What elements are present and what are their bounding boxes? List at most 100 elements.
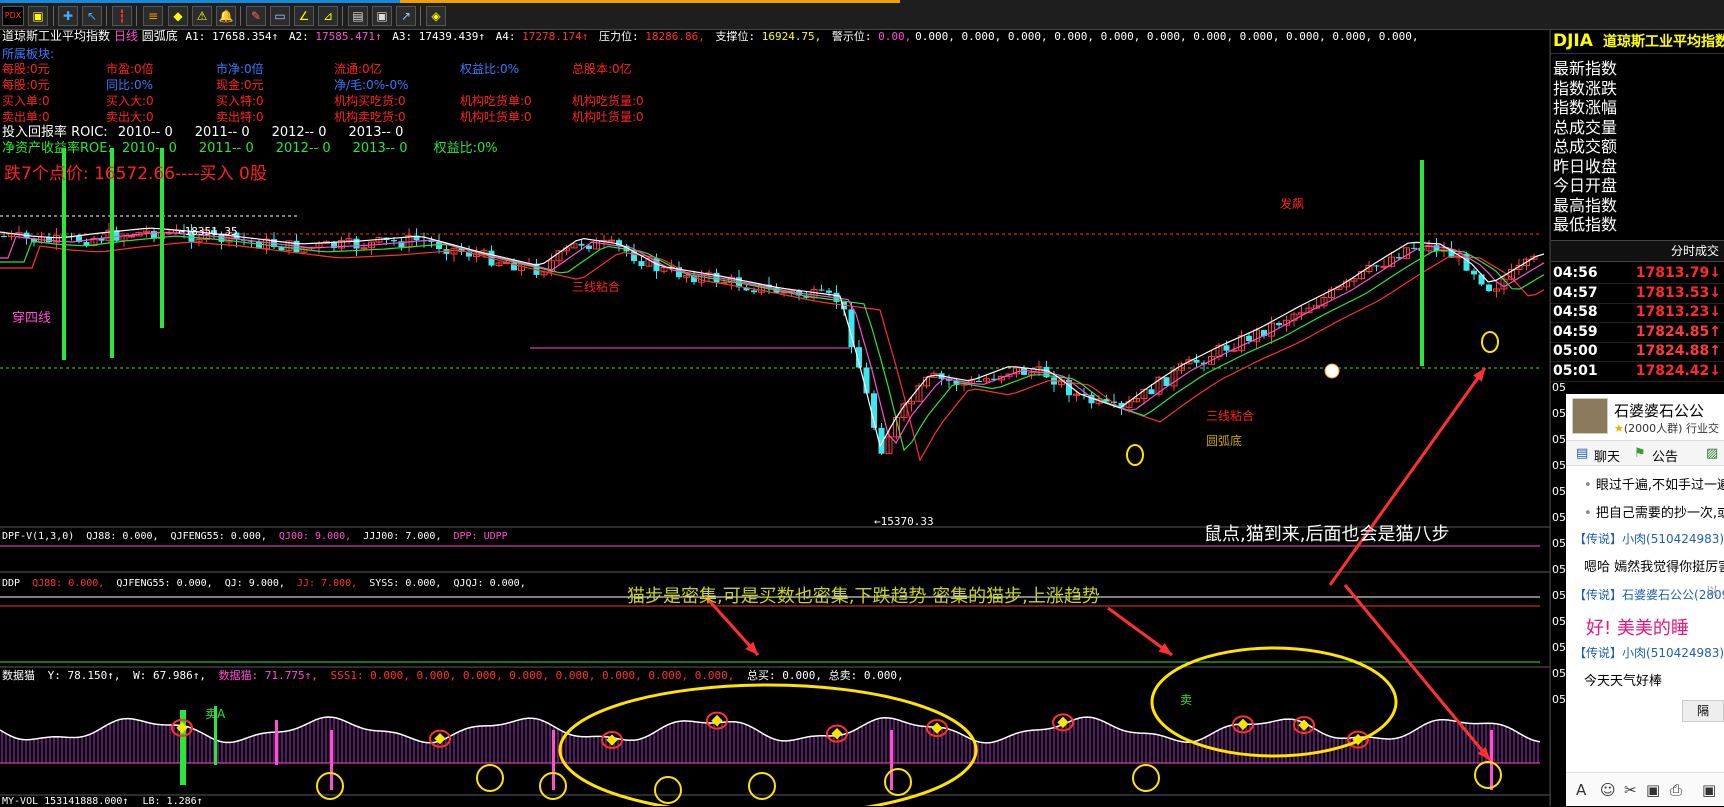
- candle-body: [818, 289, 825, 291]
- hide-button[interactable]: 隔: [1682, 700, 1724, 722]
- quote-name: 道琼斯工业平均指数: [1603, 34, 1724, 50]
- trade-time: 05:01: [1553, 363, 1598, 379]
- chat-bullet: •: [1584, 478, 1596, 493]
- osc-diamond: [831, 727, 843, 740]
- chat-text: 嗯哈 嫣然我觉得你挺厉害: [1584, 560, 1724, 575]
- buy-line: 跌7个点价: 16572.66----买入 0股: [4, 164, 267, 184]
- menu-icon[interactable]: ▣: [28, 6, 48, 26]
- pic-icon[interactable]: ▣: [1646, 781, 1660, 799]
- dpfv-item-3: JJJ00: 7.000,: [357, 531, 442, 542]
- trade-row: 04:58 17813.23↓: [1551, 302, 1724, 324]
- candle-body: [360, 247, 368, 250]
- annotation-mouse: 鼠点,猫到来,后面也会是猫八步: [1204, 524, 1450, 545]
- image-icon[interactable]: ▨: [1706, 446, 1718, 461]
- period-label[interactable]: 日线: [114, 29, 138, 43]
- trade-price: 17813.23↓: [1635, 304, 1721, 321]
- ddp-item-1: QJFENG55: 0.000,: [110, 578, 213, 589]
- chat-tag: 【传说】: [1574, 532, 1623, 546]
- emoji-icon[interactable]: ☺: [1600, 781, 1616, 799]
- roic-year-0: 2010-- 0: [117, 125, 173, 140]
- osc-diamond: [606, 734, 618, 746]
- tab-chat[interactable]: 聊天: [1594, 446, 1620, 465]
- edge-num: 05: [1552, 459, 1566, 472]
- chart-icon[interactable]: ↗: [396, 6, 416, 26]
- info-fund-5: 总股本:0亿: [572, 62, 632, 76]
- chat-text: 眼过千遍,不如手过一遍: [1595, 478, 1724, 493]
- chat-text: 把自己需要的抄一次,或: [1595, 506, 1724, 521]
- info-buy-1: 买入大:0: [106, 94, 154, 108]
- sell-a-label: 卖A: [205, 707, 226, 721]
- edge-num: 05: [1552, 407, 1566, 420]
- candle-body: [128, 235, 135, 238]
- bottom-circle: [1474, 761, 1502, 789]
- panel-cat-header: 数据猫 Y: 78.150↑, W: 67.986↑, 数据猫: 71.775↑…: [2, 670, 904, 681]
- arrow: [1328, 367, 1487, 586]
- brand-icon[interactable]: PDX: [2, 6, 24, 26]
- info-buy-4: 机构吃货单:0: [460, 94, 532, 108]
- info-fund-2: 市净:0倍: [216, 62, 264, 76]
- bottom-circle: [1132, 764, 1160, 792]
- candle-body: [1246, 335, 1252, 342]
- osc-bar: [552, 730, 555, 790]
- window-icon[interactable]: ▭: [270, 6, 290, 26]
- index-title: 道琼斯工业平均指数: [2, 29, 111, 43]
- chat-icon: ▤: [1576, 446, 1589, 461]
- star-icon: ★: [1614, 422, 1624, 435]
- osc-bar: [330, 730, 333, 790]
- table-icon[interactable]: ▤: [348, 6, 368, 26]
- diamond-icon[interactable]: ◆: [168, 6, 188, 26]
- line-tool-icon[interactable]: ┇: [112, 6, 132, 26]
- chat-message: 今天天气好棒: [1584, 670, 1662, 689]
- chat-tabs: ▤ 聊天 ⚑ 公告 ▨: [1566, 440, 1724, 466]
- edge-num: 05: [1552, 485, 1566, 498]
- candle-body: [1193, 359, 1200, 363]
- angle2-icon[interactable]: ⊿: [318, 6, 338, 26]
- font-icon[interactable]: A: [1576, 781, 1586, 799]
- indicator-value-5: 16924.75,: [755, 30, 822, 43]
- marker-circle: [1481, 331, 1499, 353]
- trade-time: 04:57: [1553, 284, 1598, 301]
- arrow-head: [1473, 368, 1485, 382]
- edge-num: 05: [1552, 537, 1566, 550]
- angle-icon[interactable]: ∠: [294, 6, 314, 26]
- warning-icon[interactable]: ⚠: [192, 6, 212, 26]
- bottom-circle: [476, 764, 504, 792]
- trade-row: 04:57 17813.53↓: [1551, 283, 1724, 304]
- industry-label: 所属板块:: [2, 47, 55, 61]
- cursor-icon[interactable]: ↖: [82, 6, 102, 26]
- screenshot-icon[interactable]: ▣: [372, 6, 392, 26]
- tab-notice[interactable]: 公告: [1652, 446, 1678, 465]
- group-avatar[interactable]: [1572, 398, 1608, 434]
- indicator-label-5: 支撑位:: [708, 30, 756, 43]
- roe-year-2: 2012-- 0: [275, 141, 331, 156]
- screenshot-tool-icon[interactable]: ⎙: [1670, 781, 1682, 799]
- info-fund-4: 权益比:0%: [460, 62, 520, 76]
- roe-year-3: 2013-- 0: [352, 141, 408, 156]
- more-icon[interactable]: ▣: [1702, 781, 1716, 799]
- shake-icon[interactable]: ✂: [1624, 781, 1637, 799]
- pattern-label: 圆弧底: [141, 29, 178, 43]
- bars-icon[interactable]: ≡: [143, 6, 163, 26]
- roe-years: 2010-- 0 2011-- 0 2012-- 0 2013-- 0: [116, 141, 408, 156]
- indicator-value-0: 17658.354↑: [205, 30, 279, 43]
- trade-price: 17813.79↓: [1635, 265, 1721, 281]
- osc-bar: [890, 730, 893, 790]
- info-cash-1: 同比:0%: [106, 78, 154, 92]
- indicator-value-1: 17585.471↑: [308, 30, 382, 43]
- info-sell-3: 机构卖吃货:0: [334, 110, 406, 124]
- crosshair-icon[interactable]: ✚: [58, 6, 78, 26]
- chat-tag: 【传说】: [1574, 588, 1623, 602]
- candle-body: [976, 381, 982, 383]
- bell-icon[interactable]: 🔔: [216, 6, 236, 26]
- draw-icon[interactable]: ✎: [246, 6, 266, 26]
- flag-icon: ⚑: [1634, 446, 1646, 461]
- dpfv-item-2: QJ00: 9.000,: [272, 531, 352, 542]
- chat-bullet: •: [1584, 506, 1596, 521]
- compass-icon[interactable]: ◈: [426, 6, 446, 26]
- candle-body: [608, 239, 615, 242]
- group-name[interactable]: 石婆婆石公公: [1614, 400, 1704, 421]
- trade-price: 17813.53↓: [1635, 284, 1721, 301]
- chat-message: 嗯哈 嫣然我觉得你挺厉害: [1584, 556, 1724, 575]
- roe-row: 净资产收益率ROE: 2010-- 0 2011-- 0 2012-- 0 2013-…: [2, 141, 498, 156]
- candle-body: [1471, 270, 1477, 275]
